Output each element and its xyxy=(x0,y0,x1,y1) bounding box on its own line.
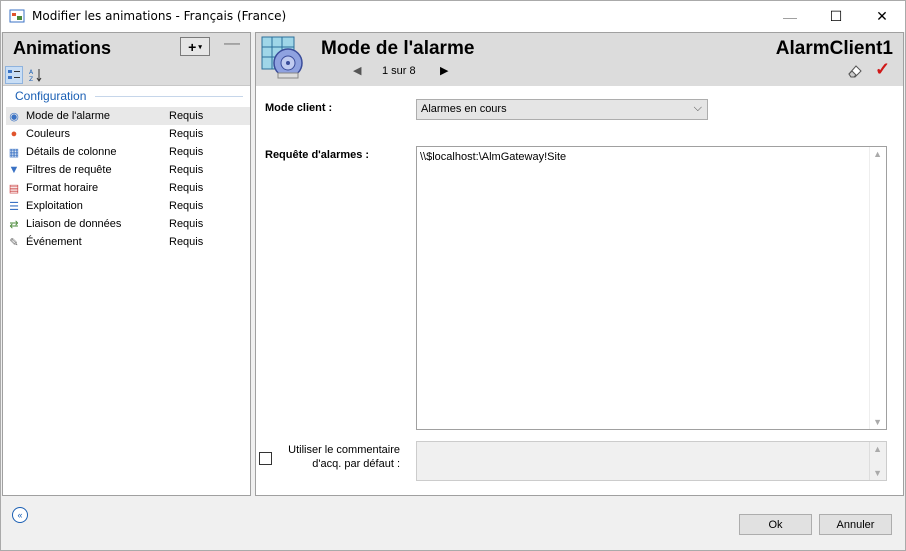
add-label: + xyxy=(188,38,197,55)
default-comment-field: ▲ ▼ xyxy=(416,441,887,481)
colors-icon: ● xyxy=(10,128,18,140)
tree-item-label: Format horaire xyxy=(26,182,99,194)
columns-icon: ▦ xyxy=(8,146,20,159)
ok-button[interactable]: Ok xyxy=(739,514,812,535)
scroll-down-icon: ▼ xyxy=(873,468,882,478)
tree-item[interactable]: ◉ Mode de l'alarme Requis xyxy=(6,107,250,125)
svg-text:Z: Z xyxy=(29,76,33,82)
scroll-up-icon: ▲ xyxy=(873,444,882,454)
tree-item-status: Requis xyxy=(169,146,204,158)
query-scrollbar[interactable]: ▲ ▼ xyxy=(869,147,886,429)
tree-item[interactable]: ▤ Format horaire Requis xyxy=(6,179,250,197)
expand-panel-icon[interactable]: « xyxy=(12,507,28,523)
section-divider xyxy=(95,96,243,97)
tree-item-status: Requis xyxy=(169,110,204,122)
tree-item-label: Couleurs xyxy=(26,128,71,140)
filter-icon: ▼ xyxy=(8,164,20,176)
scroll-up-icon[interactable]: ▲ xyxy=(873,149,882,159)
editor-title: Mode de l'alarme xyxy=(321,38,475,59)
operation-icon: ☰ xyxy=(9,200,19,213)
animations-header: Animations + ▾ — xyxy=(3,33,250,64)
tree-item-status: Requis xyxy=(169,218,204,230)
validate-check-icon[interactable]: ✓ xyxy=(875,59,890,80)
tree-item-status: Requis xyxy=(169,182,204,194)
default-comment-label: Utiliser le commentaire d'acq. par défau… xyxy=(288,444,400,470)
page-indicator: 1 sur 8 xyxy=(382,65,416,77)
minimize-button[interactable]: — xyxy=(767,1,813,32)
title-bar: Modifier les animations - Français (Fran… xyxy=(1,1,905,32)
svg-text:A: A xyxy=(29,69,34,76)
alarm-mode-icon: ◉ xyxy=(9,110,19,123)
previous-icon[interactable]: ◀ xyxy=(353,64,361,77)
categorized-view-icon[interactable] xyxy=(5,66,23,84)
close-button[interactable]: ✕ xyxy=(859,1,905,32)
next-icon[interactable]: ▶ xyxy=(440,64,448,77)
comment-scrollbar: ▲ ▼ xyxy=(869,442,886,480)
tree-item-status: Requis xyxy=(169,200,204,212)
client-mode-select[interactable]: Alarmes en cours ⌵ xyxy=(416,99,708,120)
scroll-down-icon[interactable]: ▼ xyxy=(873,417,882,427)
app-icon xyxy=(9,9,25,23)
tree-item-label: Détails de colonne xyxy=(26,146,117,158)
alarm-query-label: Requête d'alarmes : xyxy=(265,149,370,161)
alarm-mode-large-icon xyxy=(261,36,303,79)
tree-item-status: Requis xyxy=(169,164,204,176)
tree-item-status: Requis xyxy=(169,236,204,248)
tree-item-label: Filtres de requête xyxy=(26,164,112,176)
eraser-icon[interactable] xyxy=(846,62,864,80)
tree-item[interactable]: ▼ Filtres de requête Requis xyxy=(6,161,250,179)
animation-editor: Mode de l'alarme AlarmClient1 ◀ 1 sur 8 … xyxy=(255,32,904,496)
cancel-button[interactable]: Annuler xyxy=(819,514,892,535)
add-animation-button[interactable]: + ▾ xyxy=(180,37,210,56)
section-configuration: Configuration xyxy=(15,89,87,103)
tree-item-label: Événement xyxy=(26,236,82,248)
animations-toolbar: AZ xyxy=(3,64,250,86)
event-icon: ✎ xyxy=(9,236,19,249)
maximize-button[interactable]: ☐ xyxy=(813,1,859,32)
data-binding-icon: ⇄ xyxy=(9,218,19,231)
animations-panel: Animations + ▾ — AZ Configuration ◉ Mode d… xyxy=(2,32,251,496)
sort-alpha-icon[interactable]: AZ xyxy=(27,66,45,84)
editor-header: Mode de l'alarme AlarmClient1 ◀ 1 sur 8 … xyxy=(256,33,903,86)
tree-item[interactable]: ● Couleurs Requis xyxy=(6,125,250,143)
alarm-query-field[interactable]: \\$localhost:\AlmGateway!Site ▲ ▼ xyxy=(416,146,887,430)
dialog-window: Modifier les animations - Français (Fran… xyxy=(0,0,906,551)
time-format-icon: ▤ xyxy=(8,182,20,195)
client-mode-label: Mode client : xyxy=(265,102,333,114)
object-name: AlarmClient1 xyxy=(775,38,893,59)
tree-item[interactable]: ⇄ Liaison de données Requis xyxy=(6,215,250,233)
remove-animation-button[interactable]: — xyxy=(224,35,240,53)
tree-item-label: Mode de l'alarme xyxy=(26,110,111,122)
tree-item[interactable]: ✎ Événement Requis xyxy=(6,233,250,251)
client-mode-value: Alarmes en cours xyxy=(421,103,507,115)
dropdown-arrow-icon: ▾ xyxy=(198,43,202,51)
default-comment-checkbox[interactable] xyxy=(259,452,272,465)
tree-item-label: Liaison de données xyxy=(26,218,122,230)
window-title: Modifier les animations - Français (Fran… xyxy=(32,9,287,23)
chevron-down-icon: ⌵ xyxy=(693,102,702,114)
tree-item-status: Requis xyxy=(169,128,204,140)
animations-title: Animations xyxy=(13,38,112,58)
tree-item-label: Exploitation xyxy=(26,200,83,212)
alarm-query-value: \\$localhost:\AlmGateway!Site xyxy=(420,151,567,163)
tree-item[interactable]: ▦ Détails de colonne Requis xyxy=(6,143,250,161)
tree-item[interactable]: ☰ Exploitation Requis xyxy=(6,197,250,215)
